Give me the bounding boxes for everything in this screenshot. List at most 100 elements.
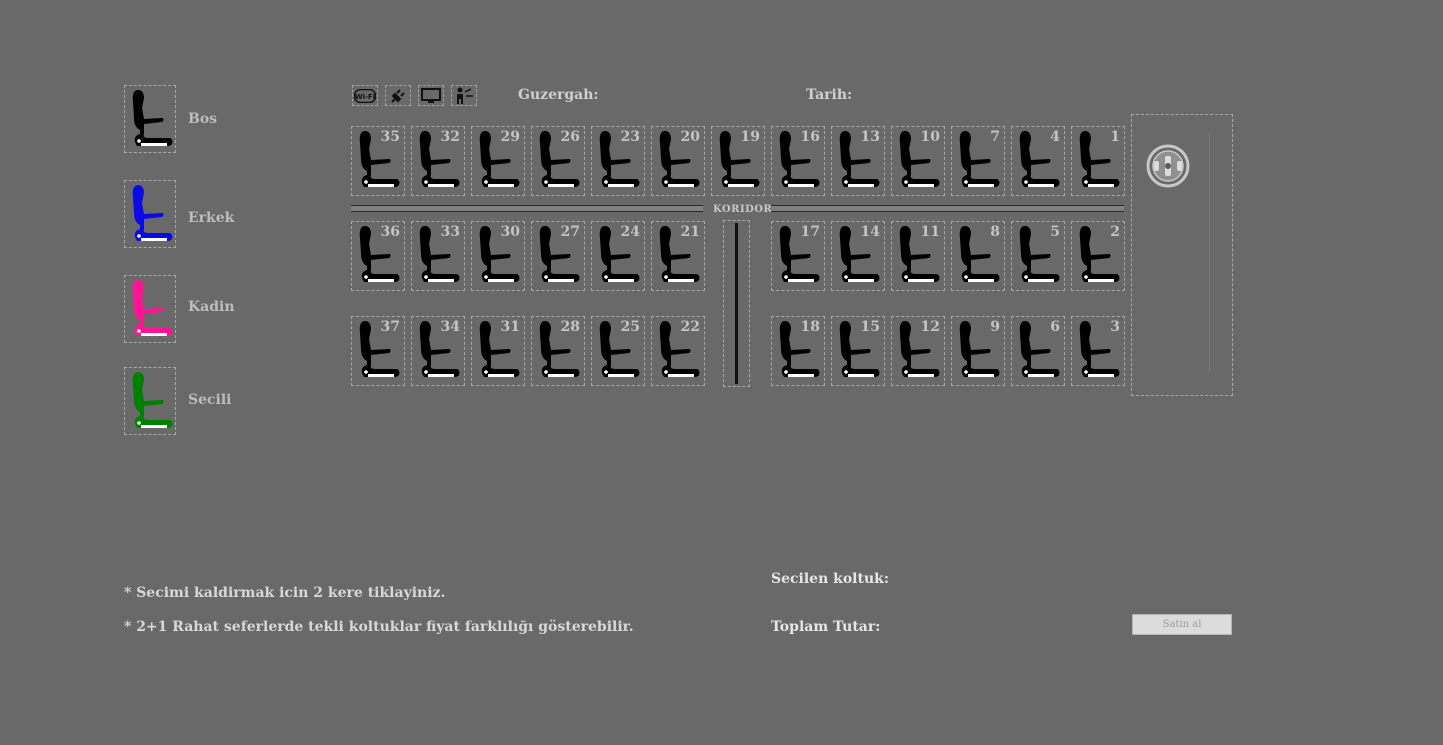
seat-26[interactable]: 26 (531, 126, 585, 196)
total-amount-label: Toplam Tutar: (771, 619, 881, 635)
seat-2[interactable]: 2 (1071, 221, 1125, 291)
seat-5[interactable]: 5 (1011, 221, 1065, 291)
seat-number: 16 (800, 129, 820, 145)
seat-17[interactable]: 17 (771, 221, 825, 291)
selected-seat-label: Secilen koltuk: (771, 571, 890, 587)
seat-29[interactable]: 29 (471, 126, 525, 196)
legend-male-seat-icon (124, 180, 176, 248)
seat-number: 9 (990, 319, 1000, 335)
power-plug-icon (385, 85, 411, 106)
seat-number: 15 (860, 319, 880, 335)
seat-13[interactable]: 13 (831, 126, 885, 196)
seat-11[interactable]: 11 (891, 221, 945, 291)
seat-number: 10 (920, 129, 940, 145)
seat-14[interactable]: 14 (831, 221, 885, 291)
seat-number: 26 (560, 129, 580, 145)
seat-30[interactable]: 30 (471, 221, 525, 291)
seat-number: 29 (500, 129, 520, 145)
seat-15[interactable]: 15 (831, 316, 885, 386)
seat-20[interactable]: 20 (651, 126, 705, 196)
aisle-label: KORIDOR (713, 204, 773, 215)
driver-divider (1209, 133, 1210, 373)
steering-wheel-icon (1146, 144, 1190, 188)
seat-27[interactable]: 27 (531, 221, 585, 291)
seat-22[interactable]: 22 (651, 316, 705, 386)
seat-28[interactable]: 28 (531, 316, 585, 386)
door (723, 220, 750, 387)
legend-label-selected: Secili (188, 392, 232, 408)
seat-number: 32 (440, 129, 460, 145)
seat-number: 25 (620, 319, 640, 335)
seat-number: 3 (1110, 319, 1120, 335)
seat-number: 37 (380, 319, 400, 335)
wifi-icon: Wi-Fi (352, 85, 378, 106)
seat-18[interactable]: 18 (771, 316, 825, 386)
seat-number: 2 (1110, 224, 1120, 240)
seat-12[interactable]: 12 (891, 316, 945, 386)
seat-23[interactable]: 23 (591, 126, 645, 196)
seat-number: 21 (680, 224, 700, 240)
seat-number: 20 (680, 129, 700, 145)
seat-number: 1 (1110, 129, 1120, 145)
seat-8[interactable]: 8 (951, 221, 1005, 291)
seat-6[interactable]: 6 (1011, 316, 1065, 386)
seat-31[interactable]: 31 (471, 316, 525, 386)
legend-label-empty: Bos (188, 111, 218, 127)
seat-number: 28 (560, 319, 580, 335)
seat-35[interactable]: 35 (351, 126, 405, 196)
seat-number: 14 (860, 224, 880, 240)
note-deselect: * Secimi kaldirmak icin 2 kere tiklayini… (124, 585, 446, 601)
legend-label-male: Erkek (188, 210, 235, 226)
seat-10[interactable]: 10 (891, 126, 945, 196)
seat-number: 31 (500, 319, 520, 335)
seat-33[interactable]: 33 (411, 221, 465, 291)
seat-number: 11 (920, 224, 940, 240)
seat-number: 18 (800, 319, 820, 335)
legend-female-seat-icon (124, 275, 176, 343)
seat-1[interactable]: 1 (1071, 126, 1125, 196)
seat-36[interactable]: 36 (351, 221, 405, 291)
seat-37[interactable]: 37 (351, 316, 405, 386)
service-icon (451, 85, 477, 106)
driver-area (1131, 114, 1233, 396)
buy-button[interactable]: Satin al (1132, 614, 1232, 635)
aisle-line-right (771, 205, 1124, 212)
aisle-line-left (351, 205, 703, 212)
seat-number: 30 (500, 224, 520, 240)
seat-number: 8 (990, 224, 1000, 240)
seat-number: 5 (1050, 224, 1060, 240)
seat-9[interactable]: 9 (951, 316, 1005, 386)
legend-label-female: Kadin (188, 299, 235, 315)
seat-21[interactable]: 21 (651, 221, 705, 291)
seat-4[interactable]: 4 (1011, 126, 1065, 196)
seat-number: 6 (1050, 319, 1060, 335)
note-price-difference: * 2+1 Rahat seferlerde tekli koltuklar f… (124, 619, 634, 635)
seat-number: 24 (620, 224, 640, 240)
seat-16[interactable]: 16 (771, 126, 825, 196)
seat-24[interactable]: 24 (591, 221, 645, 291)
seat-number: 17 (800, 224, 820, 240)
seat-number: 34 (440, 319, 460, 335)
route-label: Guzergah: (518, 87, 599, 103)
seat-19[interactable]: 19 (711, 126, 765, 196)
date-label: Tarih: (806, 87, 853, 103)
seat-number: 33 (440, 224, 460, 240)
legend-empty-seat-icon (124, 85, 176, 153)
seat-number: 35 (380, 129, 400, 145)
seat-number: 27 (560, 224, 580, 240)
seat-number: 12 (920, 319, 940, 335)
seat-3[interactable]: 3 (1071, 316, 1125, 386)
seat-32[interactable]: 32 (411, 126, 465, 196)
seat-number: 36 (380, 224, 400, 240)
seat-number: 13 (860, 129, 880, 145)
seat-34[interactable]: 34 (411, 316, 465, 386)
seat-number: 22 (680, 319, 700, 335)
svg-text:Wi-Fi: Wi-Fi (355, 93, 375, 101)
seat-number: 7 (990, 129, 1000, 145)
legend-selected-seat-icon (124, 367, 176, 435)
seat-number: 23 (620, 129, 640, 145)
seat-7[interactable]: 7 (951, 126, 1005, 196)
seat-number: 19 (740, 129, 760, 145)
seat-number: 4 (1050, 129, 1060, 145)
seat-25[interactable]: 25 (591, 316, 645, 386)
